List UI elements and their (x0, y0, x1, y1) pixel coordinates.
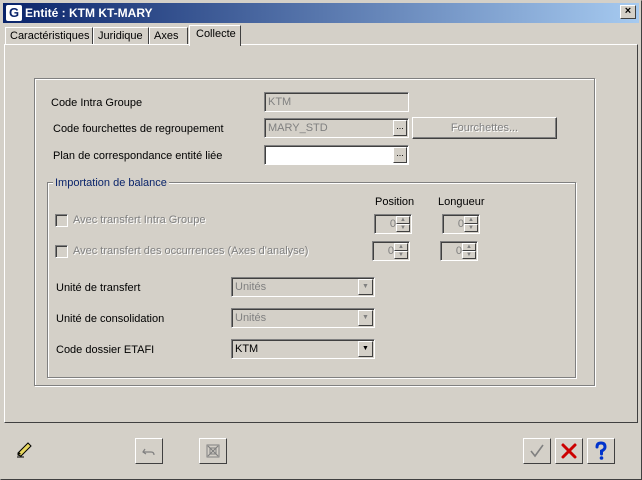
spin-up-icon[interactable]: ▲ (462, 243, 476, 251)
spin-up-icon[interactable]: ▲ (464, 216, 478, 224)
spin-up-icon[interactable]: ▲ (396, 216, 410, 224)
delete-record-button[interactable] (199, 438, 227, 464)
transfert-occurrences-checkbox[interactable] (55, 245, 68, 258)
code-dossier-etafi-select[interactable]: KTM ▼ (231, 339, 375, 359)
code-dossier-etafi-value: KTM (235, 343, 259, 355)
code-fourchettes-label: Code fourchettes de regroupement (53, 123, 224, 135)
tab-caracteristiques[interactable]: Caractéristiques (5, 27, 93, 45)
title-bar: G Entité : KTM KT-MARY × (3, 3, 639, 23)
spin-down-icon[interactable]: ▼ (462, 251, 476, 259)
unite-transfert-value: Unités (235, 281, 267, 293)
tab-juridique[interactable]: Juridique (93, 27, 149, 45)
plan-correspondance-browse-button[interactable]: ... (393, 147, 407, 163)
spin-down-icon[interactable]: ▼ (394, 251, 408, 259)
delete-record-icon (206, 444, 220, 458)
code-fourchettes-value: MARY_STD (268, 122, 328, 134)
unite-consolidation-label: Unité de consolidation (56, 313, 165, 325)
intra-groupe-longueur-value: 0 (457, 218, 464, 230)
unite-transfert-label: Unité de transfert (56, 282, 141, 294)
longueur-column-label: Longueur (438, 196, 485, 208)
close-button[interactable]: × (620, 5, 636, 19)
chevron-down-icon[interactable]: ▼ (358, 341, 373, 357)
transfert-occurrences-label: Avec transfert des occurrences (Axes d'a… (73, 245, 309, 257)
unite-consolidation-value: Unités (235, 312, 267, 324)
plan-correspondance-field[interactable]: ... (264, 145, 409, 165)
cancel-x-icon (561, 443, 577, 459)
plan-correspondance-label: Plan de correspondance entité liée (53, 150, 223, 162)
intra-groupe-position-value: 0 (389, 218, 396, 230)
help-question-icon (595, 441, 607, 460)
importation-balance-title: Importation de balance (53, 177, 169, 189)
occurrences-longueur-stepper[interactable]: 0 ▲ ▼ (440, 241, 478, 261)
checkmark-icon (530, 444, 544, 458)
tab-collecte[interactable]: Collecte (189, 25, 241, 46)
window-title: Entité : KTM KT-MARY (25, 6, 153, 20)
chevron-down-icon[interactable]: ▼ (358, 279, 373, 295)
transfert-intra-groupe-label: Avec transfert Intra Groupe (73, 214, 206, 226)
spin-up-icon[interactable]: ▲ (394, 243, 408, 251)
cancel-button[interactable] (555, 438, 583, 464)
unite-consolidation-select[interactable]: Unités ▼ (231, 308, 375, 328)
occurrences-longueur-value: 0 (455, 245, 462, 257)
spin-down-icon[interactable]: ▼ (464, 224, 478, 232)
code-dossier-etafi-label: Code dossier ETAFI (56, 344, 155, 356)
undo-button[interactable] (135, 438, 163, 464)
dialog-window: G Entité : KTM KT-MARY × Caractéristique… (0, 0, 642, 480)
code-fourchettes-field[interactable]: MARY_STD ... (264, 118, 409, 138)
transfert-intra-groupe-checkbox[interactable] (55, 214, 68, 227)
help-button[interactable] (587, 438, 615, 464)
ok-button[interactable] (523, 438, 551, 464)
pencil-icon (17, 442, 32, 458)
intra-groupe-longueur-stepper[interactable]: 0 ▲ ▼ (442, 214, 480, 234)
edit-pencil-button[interactable] (11, 439, 39, 465)
fourchettes-button[interactable]: Fourchettes... (412, 117, 557, 139)
position-column-label: Position (375, 196, 415, 208)
occurrences-position-stepper[interactable]: 0 ▲ ▼ (372, 241, 410, 261)
code-intra-groupe-label: Code Intra Groupe (51, 97, 143, 109)
spin-down-icon[interactable]: ▼ (396, 224, 410, 232)
tab-axes[interactable]: Axes (149, 27, 188, 45)
code-intra-groupe-field[interactable]: KTM (264, 92, 409, 112)
intra-groupe-position-stepper[interactable]: 0 ▲ ▼ (374, 214, 412, 234)
unite-transfert-select[interactable]: Unités ▼ (231, 277, 375, 297)
code-fourchettes-browse-button[interactable]: ... (393, 120, 407, 136)
undo-icon (142, 448, 155, 456)
app-icon: G (6, 5, 22, 21)
chevron-down-icon[interactable]: ▼ (358, 310, 373, 326)
occurrences-position-value: 0 (387, 245, 394, 257)
